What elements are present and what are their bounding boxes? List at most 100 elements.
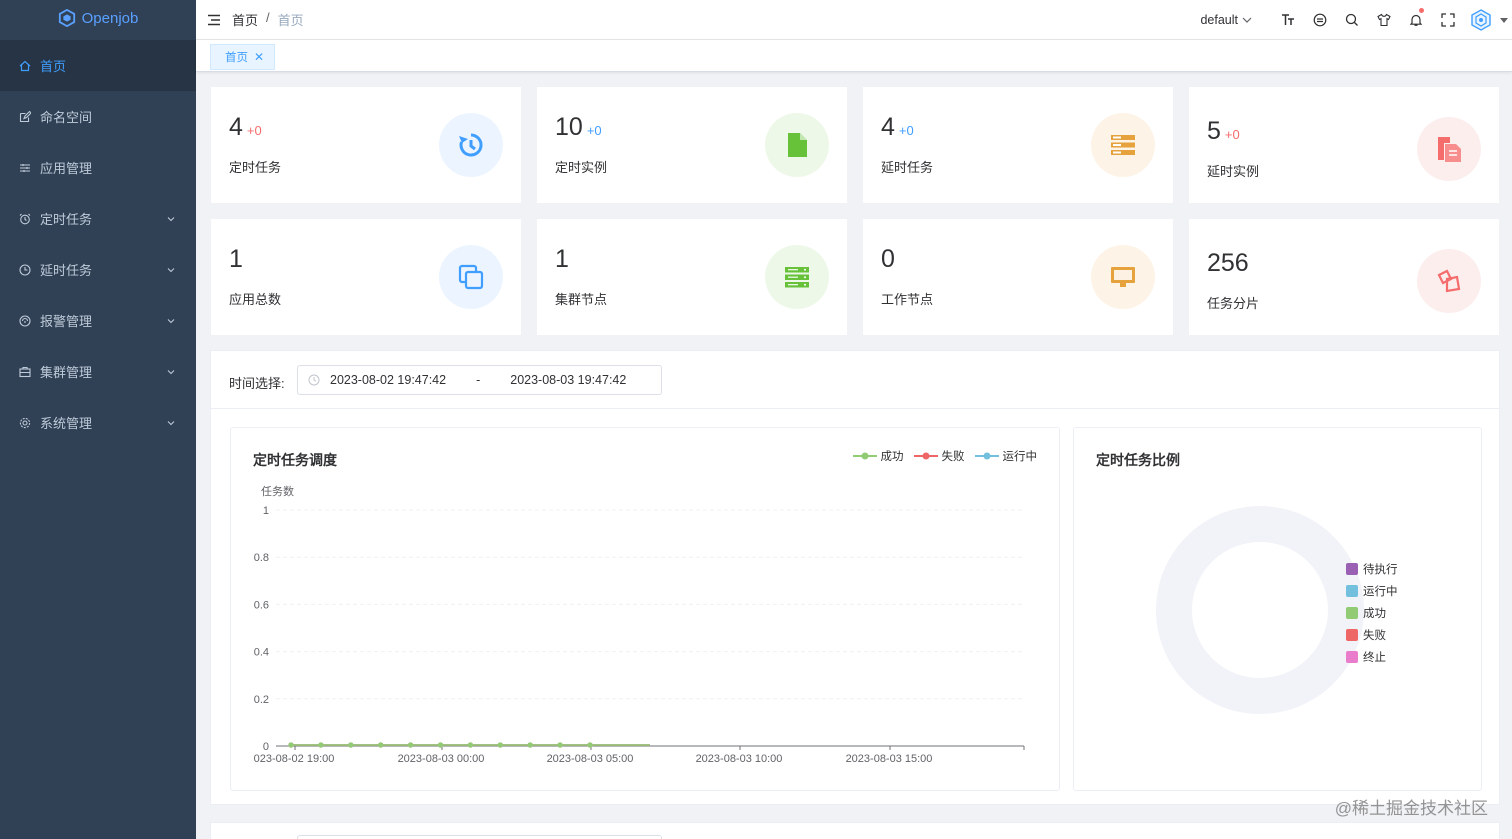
stat-card[interactable]: 1 集群节点 bbox=[537, 219, 847, 335]
range-start[interactable]: 2023-08-02 19:47:42 bbox=[330, 373, 446, 387]
x-tick-label: 2023-08-03 15:00 bbox=[846, 753, 933, 765]
stat-number: 4 bbox=[881, 113, 895, 141]
legend-label: 成功 bbox=[1363, 608, 1386, 620]
legend-label: 终止 bbox=[1363, 652, 1386, 664]
sidebar-item-label: 首页 bbox=[40, 59, 67, 74]
tags-view: 首页 ✕ bbox=[196, 40, 1512, 72]
line-chart-card: 定时任务调度 成功 失败 运行中 任务数 0 0.2 0.4 0.6 0.8 1 023-08-0… bbox=[230, 427, 1060, 791]
y-tick-label: 0.2 bbox=[254, 694, 269, 706]
legend-item[interactable]: 终止 bbox=[1346, 646, 1398, 668]
sidebar-item-4[interactable]: 延时任务 bbox=[0, 244, 196, 295]
sidebar-menu: 首页命名空间应用管理定时任务延时任务 报警管理集群管理系统管理 bbox=[0, 40, 196, 448]
data-point bbox=[557, 742, 563, 748]
gear-icon bbox=[18, 416, 32, 430]
stat-value: 4 +0 bbox=[881, 113, 914, 142]
sidebar-item-7[interactable]: 系统管理 bbox=[0, 397, 196, 448]
legend-item[interactable]: 待执行 bbox=[1346, 558, 1398, 580]
palette-icon bbox=[1313, 13, 1327, 27]
notifications-button[interactable] bbox=[1400, 0, 1432, 40]
legend-item[interactable]: 失败 bbox=[1346, 624, 1398, 646]
sliders-icon bbox=[18, 161, 32, 175]
stat-card[interactable]: 0 工作节点 bbox=[863, 219, 1173, 335]
y-tick-label: 0.8 bbox=[254, 552, 269, 564]
range-end[interactable]: 2023-08-03 19:47:42 bbox=[510, 373, 626, 387]
monitor-icon bbox=[1091, 245, 1155, 309]
search-button[interactable] bbox=[1336, 0, 1368, 40]
legend-item[interactable]: 运行中 bbox=[1346, 580, 1398, 602]
y-tick-label: 1 bbox=[263, 505, 269, 517]
chevron-down-icon bbox=[167, 369, 175, 374]
sidebar-item-label: 命名空间 bbox=[40, 110, 93, 125]
legend-item[interactable]: 成功 bbox=[1346, 602, 1398, 624]
stack-icon bbox=[1091, 113, 1155, 177]
stat-number: 1 bbox=[229, 245, 243, 273]
tag-home[interactable]: 首页 ✕ bbox=[210, 44, 276, 70]
breadcrumb-item-current: 首页 bbox=[277, 13, 304, 28]
stat-card[interactable]: 4 +0 定时任务 bbox=[211, 87, 521, 203]
sidebar-item-label: 定时任务 bbox=[40, 212, 93, 227]
legend-swatch bbox=[1346, 651, 1358, 663]
stat-label: 应用总数 bbox=[229, 292, 282, 307]
legend-swatch bbox=[1346, 563, 1358, 575]
namespace-select[interactable]: default bbox=[1200, 13, 1252, 27]
font-size-icon bbox=[1282, 14, 1294, 25]
data-point bbox=[587, 742, 593, 748]
bottom-panel bbox=[210, 822, 1500, 839]
copy-doc-icon bbox=[1417, 117, 1481, 181]
stat-card[interactable]: 5 +0 延时实例 bbox=[1189, 87, 1499, 203]
sidebar-item-5[interactable]: 报警管理 bbox=[0, 295, 196, 346]
stat-value: 4 +0 bbox=[229, 113, 262, 142]
cluster-icon bbox=[18, 365, 32, 379]
stat-card[interactable]: 1 应用总数 bbox=[211, 219, 521, 335]
line-chart: 任务数 0 0.2 0.4 0.6 0.8 1 023-08-02 19:00 2023-08-… bbox=[254, 485, 1025, 765]
range-separator: - bbox=[476, 373, 481, 387]
app-name: Openjob bbox=[81, 9, 139, 27]
app-logo[interactable]: Openjob bbox=[0, 0, 196, 36]
data-point bbox=[348, 742, 354, 748]
sidebar-item-2[interactable]: 应用管理 bbox=[0, 142, 196, 193]
user-avatar[interactable] bbox=[1470, 9, 1492, 31]
dashboard-panel: 时间选择: 2023-08-02 19:47:42 - 2023-08-03 1… bbox=[210, 350, 1500, 805]
hamburger-icon[interactable] bbox=[208, 14, 220, 26]
bottom-date-picker[interactable] bbox=[297, 835, 662, 839]
pie-chart-card: 定时任务比例 待执行 运行中 成功 失败 终止 bbox=[1073, 427, 1482, 791]
theme-button[interactable] bbox=[1304, 0, 1336, 40]
font-size-button[interactable] bbox=[1272, 0, 1304, 40]
fullscreen-button[interactable] bbox=[1432, 0, 1464, 40]
tag-label: 首页 bbox=[225, 52, 248, 64]
legend-swatch bbox=[1346, 629, 1358, 641]
x-tick-label: 2023-08-03 00:00 bbox=[398, 753, 485, 765]
data-point bbox=[378, 742, 384, 748]
date-range-picker[interactable]: 2023-08-02 19:47:42 - 2023-08-03 19:47:4… bbox=[297, 365, 662, 395]
stat-card[interactable]: 4 +0 延时任务 bbox=[863, 87, 1173, 203]
skin-button[interactable] bbox=[1368, 0, 1400, 40]
namespace-value: default bbox=[1200, 13, 1238, 27]
close-icon[interactable]: ✕ bbox=[254, 50, 264, 64]
data-point bbox=[467, 742, 473, 748]
x-tick-label: 023-08-02 19:00 bbox=[254, 753, 335, 765]
data-point bbox=[497, 742, 503, 748]
openjob-logo-icon bbox=[58, 9, 75, 27]
stat-number: 0 bbox=[881, 245, 895, 273]
pie-chart-legend: 待执行 运行中成功失败终止 bbox=[1346, 558, 1398, 668]
chevron-down-icon bbox=[167, 267, 175, 272]
y-tick-label: 0.4 bbox=[254, 647, 269, 659]
alarm-icon bbox=[18, 212, 32, 226]
fullscreen-icon bbox=[1441, 13, 1455, 27]
sidebar-item-6[interactable]: 集群管理 bbox=[0, 346, 196, 397]
stat-delta: +0 bbox=[586, 123, 602, 138]
stat-card[interactable]: 256 任务分片 bbox=[1189, 219, 1499, 335]
time-filter-label: 时间选择: bbox=[229, 376, 285, 391]
sidebar-item-3[interactable]: 定时任务 bbox=[0, 193, 196, 244]
caret-down-icon[interactable] bbox=[1500, 16, 1508, 24]
y-axis-label: 任务数 bbox=[261, 485, 294, 498]
sidebar-item-label: 集群管理 bbox=[40, 365, 93, 380]
sidebar-item-1[interactable]: 命名空间 bbox=[0, 91, 196, 142]
breadcrumb-item-home[interactable]: 首页 bbox=[232, 10, 258, 29]
stat-label: 定时实例 bbox=[555, 160, 608, 175]
stat-card[interactable]: 10 +0 定时实例 bbox=[537, 87, 847, 203]
chevron-down-icon bbox=[167, 216, 175, 221]
sidebar-item-0[interactable]: 首页 bbox=[0, 40, 196, 91]
y-tick-label: 0 bbox=[263, 741, 269, 753]
stat-label: 任务分片 bbox=[1207, 296, 1260, 311]
